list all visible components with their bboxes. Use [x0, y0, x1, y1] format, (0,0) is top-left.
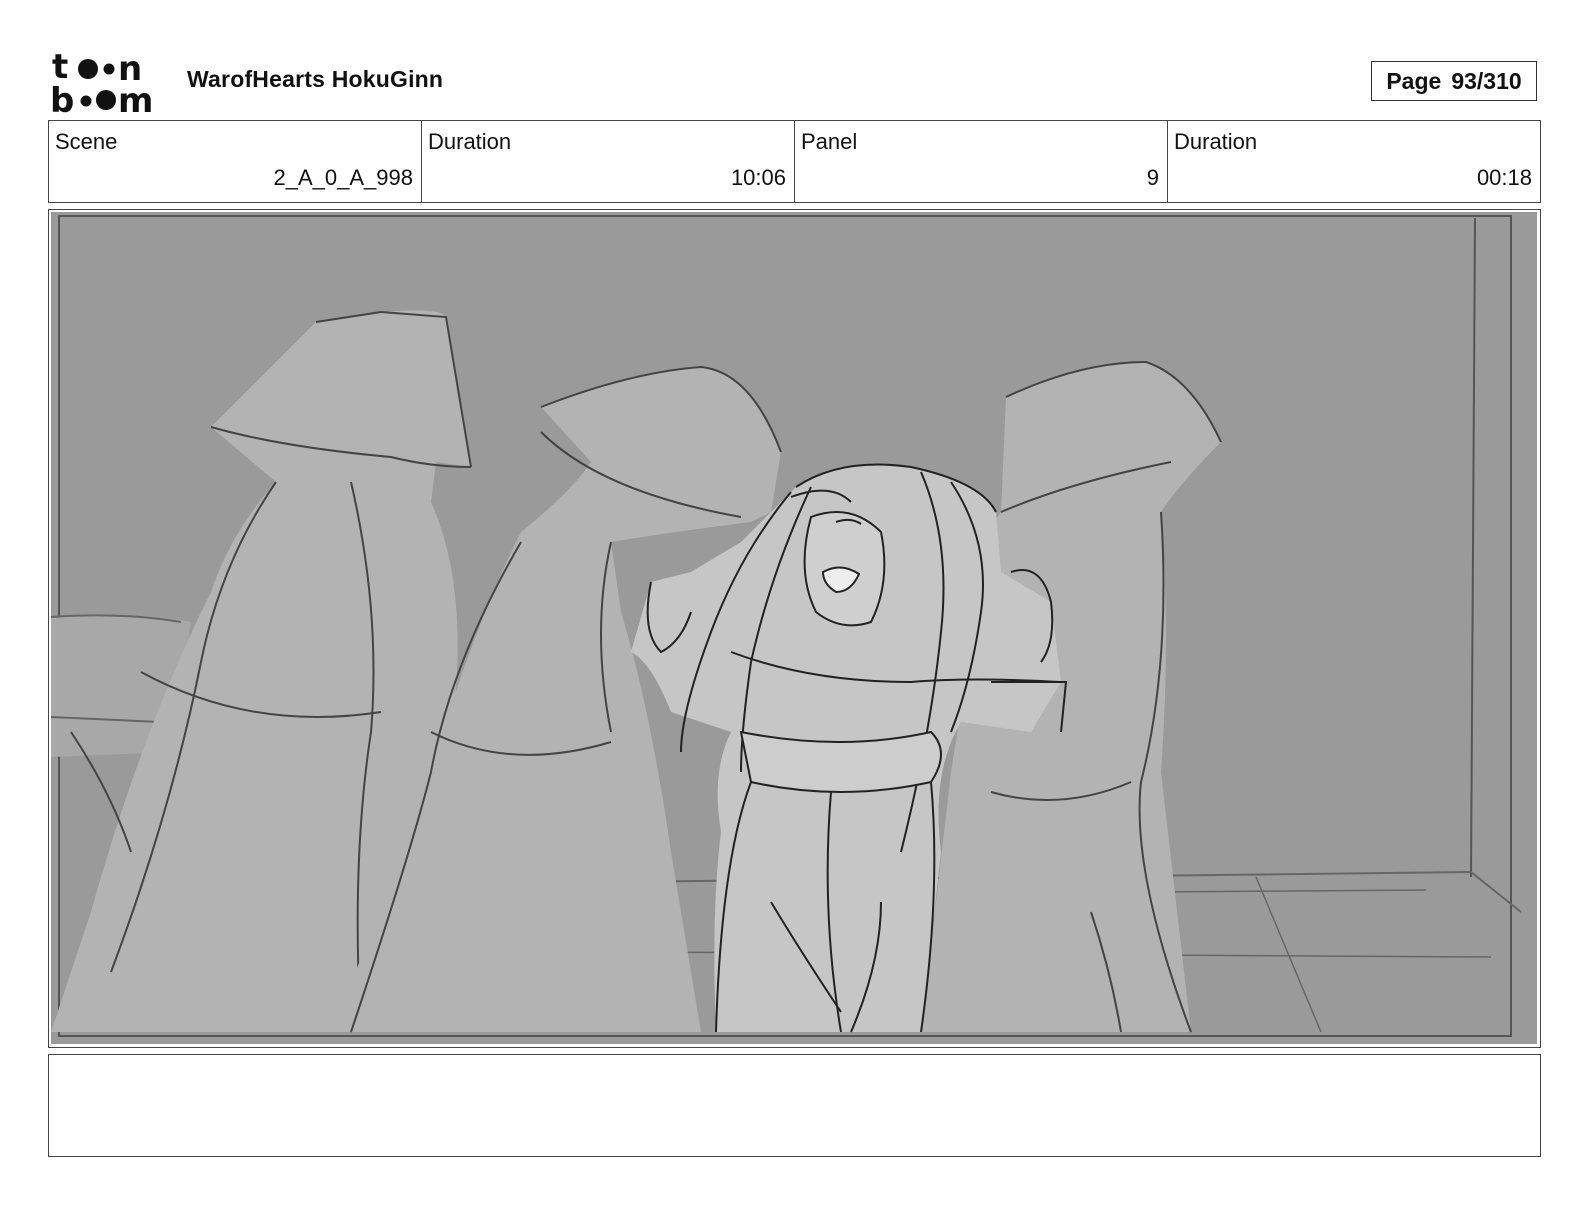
scene-duration-cell: Duration 10:06 — [422, 121, 795, 202]
storyboard-sketch — [51, 212, 1537, 1044]
project-title: WarofHearts HokuGinn — [187, 66, 444, 92]
panel-value: 9 — [1146, 165, 1159, 190]
scene-duration-value: 10:06 — [730, 165, 786, 190]
panel-duration-value: 00:18 — [1476, 165, 1532, 190]
page-indicator: Page 93/310 — [1371, 61, 1537, 101]
panel-label: Panel — [801, 129, 858, 154]
scene-duration-label: Duration — [428, 129, 512, 154]
scene-info-row: Scene 2_A_0_A_998 Duration 10:06 Panel 9… — [48, 120, 1541, 203]
panel-duration-cell: Duration 00:18 — [1168, 121, 1540, 202]
page-label: Page — [1386, 67, 1442, 94]
svg-text:b: b — [50, 81, 74, 116]
svg-text:m: m — [118, 81, 153, 116]
scene-value: 2_A_0_A_998 — [273, 165, 413, 190]
scene-cell: Scene 2_A_0_A_998 — [49, 121, 422, 202]
scene-label: Scene — [55, 129, 118, 154]
panel-cell: Panel 9 — [795, 121, 1168, 202]
panel-duration-label: Duration — [1174, 129, 1258, 154]
toonboom-logo: t n b m — [50, 50, 153, 116]
storyboard-panel — [48, 209, 1541, 1048]
page-number: 93/310 — [1451, 67, 1522, 94]
panel-notes — [48, 1054, 1541, 1157]
